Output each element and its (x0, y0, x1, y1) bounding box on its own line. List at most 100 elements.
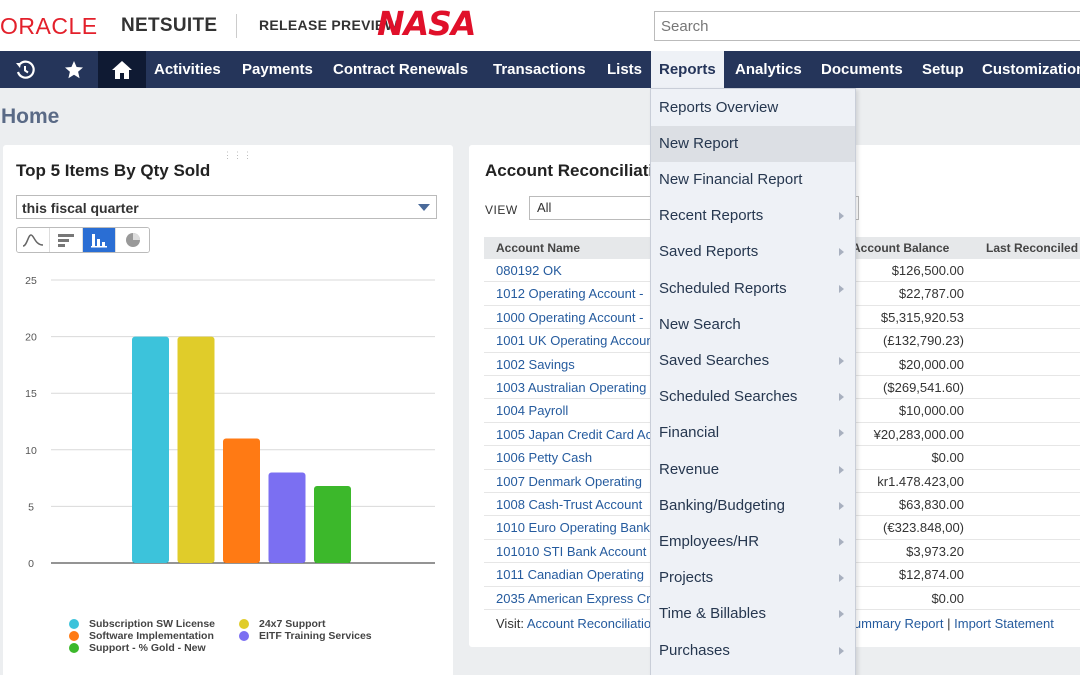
account-name-link[interactable]: 101010 STI Bank Account (496, 544, 646, 559)
menu-item-label: Scheduled Reports (659, 279, 787, 297)
menu-item-saved-reports[interactable]: Saved Reports (651, 234, 855, 270)
column-last-reconciled[interactable]: Last Reconciled (986, 241, 1078, 255)
column-account-balance[interactable]: Account Balance (852, 241, 949, 255)
reconciliation-link[interactable]: Account Reconciliatio (527, 616, 651, 631)
menu-item-label: Employees/HR (659, 532, 760, 550)
top-items-title: Top 5 Items By Qty Sold (16, 161, 211, 180)
account-name-link[interactable]: 1010 Euro Operating Bank (496, 520, 650, 535)
star-icon[interactable] (50, 51, 97, 88)
reconciliation-title: Account Reconciliation (485, 161, 674, 180)
legend-dot (69, 631, 79, 641)
nav-reports[interactable]: Reports (651, 51, 724, 88)
nav-activities[interactable]: Activities (154, 51, 221, 88)
menu-item-recent-reports[interactable]: Recent Reports (651, 198, 855, 234)
bar-software-implementation[interactable] (223, 438, 260, 563)
menu-item-purchases[interactable]: Purchases (651, 633, 855, 669)
account-name-link[interactable]: 080192 OK (496, 263, 562, 278)
column-account-name[interactable]: Account Name (496, 241, 580, 255)
account-name-link[interactable]: 2035 American Express Cr (496, 591, 651, 606)
line-chart-icon[interactable] (17, 228, 50, 252)
bar-24x7-support[interactable] (177, 336, 215, 563)
menu-item-reports-overview[interactable]: Reports Overview (651, 90, 855, 126)
menu-item-banking-budgeting[interactable]: Banking/Budgeting (651, 488, 855, 524)
menu-item-revenue[interactable]: Revenue (651, 452, 855, 488)
horizontal-bar-icon[interactable] (50, 228, 83, 252)
menu-item-label: Financial (659, 424, 720, 442)
main-navbar: Activities Payments Contract Renewals Tr… (0, 51, 1080, 88)
menu-item-projects[interactable]: Projects (651, 560, 855, 596)
legend-dot (239, 631, 249, 641)
menu-item-financial[interactable]: Financial (651, 415, 855, 451)
import-statement-link[interactable]: Import Statement (954, 616, 1054, 631)
chevron-right-icon (839, 465, 844, 474)
nav-setup[interactable]: Setup (922, 51, 964, 88)
account-balance: $5,315,920.53 (880, 309, 964, 325)
account-name-link[interactable]: 1008 Cash-Trust Account (496, 497, 642, 512)
y-tick-label: 5 (28, 501, 34, 513)
nav-lists[interactable]: Lists (607, 51, 642, 88)
legend-item[interactable]: EITF Training Services (239, 630, 372, 642)
account-name-link[interactable]: 1003 Australian Operating (496, 380, 646, 395)
y-tick-label: 10 (25, 445, 37, 457)
menu-item-label: Purchases (659, 641, 730, 659)
legend-item[interactable]: 24x7 Support (239, 618, 326, 630)
nav-analytics[interactable]: Analytics (735, 51, 802, 88)
netsuite-logo[interactable]: NETSUITE (121, 15, 217, 37)
global-search-input[interactable] (654, 11, 1080, 41)
account-name-link[interactable]: 1001 UK Operating Accoun (496, 333, 654, 348)
account-name-link[interactable]: 1012 Operating Account - (496, 286, 643, 301)
account-name-link[interactable]: 1006 Petty Cash (496, 450, 592, 465)
top-items-portlet: ⋮⋮⋮ Top 5 Items By Qty Sold this fiscal … (3, 145, 453, 675)
account-name-link[interactable]: 1005 Japan Credit Card Ac (496, 427, 652, 442)
menu-item-label: Banking/Budgeting (659, 496, 785, 514)
menu-item-new-search[interactable]: New Search (651, 307, 855, 343)
nav-transactions[interactable]: Transactions (493, 51, 586, 88)
account-balance: $126,500.00 (891, 263, 964, 278)
account-name-link[interactable]: 1002 Savings (496, 357, 575, 372)
account-balance: $0.00 (931, 590, 964, 606)
legend-item[interactable]: Subscription SW License (69, 618, 215, 630)
top-items-bar-chart: 0 5 10 15 20 25 (25, 275, 435, 570)
bar-chart-icon[interactable] (83, 228, 116, 252)
account-balance: $12,874.00 (898, 567, 964, 583)
nav-payments[interactable]: Payments (242, 51, 313, 88)
chevron-right-icon (839, 501, 844, 510)
chevron-right-icon (839, 393, 844, 402)
bar-support-gold-new[interactable] (314, 486, 351, 563)
nav-contract-renewals[interactable]: Contract Renewals (333, 51, 468, 88)
legend-item[interactable]: Support - % Gold - New (69, 642, 206, 654)
account-name-link[interactable]: 1007 Denmark Operating (496, 474, 642, 489)
legend-label: Support - % Gold - New (89, 642, 206, 654)
bar-subscription-sw-license[interactable] (132, 336, 169, 563)
menu-item-time-billables[interactable]: Time & Billables (651, 596, 855, 632)
account-balance: $3,973.20 (906, 543, 964, 559)
menu-item-saved-searches[interactable]: Saved Searches (651, 343, 855, 379)
account-name-link[interactable]: 1004 Payroll (496, 403, 568, 418)
chevron-right-icon (839, 537, 844, 546)
oracle-logo[interactable]: ORACLE (0, 13, 98, 40)
chevron-right-icon (839, 646, 844, 655)
legend-item[interactable]: Software Implementation (69, 630, 214, 642)
y-tick-label: 15 (25, 388, 37, 400)
menu-item-new-financial-report[interactable]: New Financial Report (651, 162, 855, 198)
nav-customization[interactable]: Customization (982, 51, 1080, 88)
menu-item-label: Projects (659, 569, 714, 587)
menu-item-scheduled-searches[interactable]: Scheduled Searches (651, 379, 855, 415)
home-icon[interactable] (98, 51, 146, 88)
menu-item-label: New Financial Report (659, 170, 803, 188)
account-name-link[interactable]: 1011 Canadian Operating (496, 567, 644, 582)
view-label: VIEW (485, 203, 518, 217)
menu-item-employees-hr[interactable]: Employees/HR (651, 524, 855, 560)
visit-label: Visit: (496, 616, 524, 631)
nav-documents[interactable]: Documents (821, 51, 903, 88)
menu-item-new-report[interactable]: New Report (651, 125, 855, 162)
account-balance: ($269,541.60) (883, 380, 964, 395)
menu-item-label: Saved Reports (659, 243, 759, 261)
period-select[interactable]: this fiscal quarter (16, 195, 437, 219)
menu-item-scheduled-reports[interactable]: Scheduled Reports (651, 271, 855, 307)
bar-eitf-training-services[interactable] (268, 472, 306, 563)
recent-icon[interactable] (0, 51, 50, 88)
drag-handle[interactable]: ⋮⋮⋮ (223, 150, 253, 161)
account-name-link[interactable]: 1000 Operating Account - (496, 310, 643, 325)
pie-chart-icon[interactable] (116, 228, 149, 252)
